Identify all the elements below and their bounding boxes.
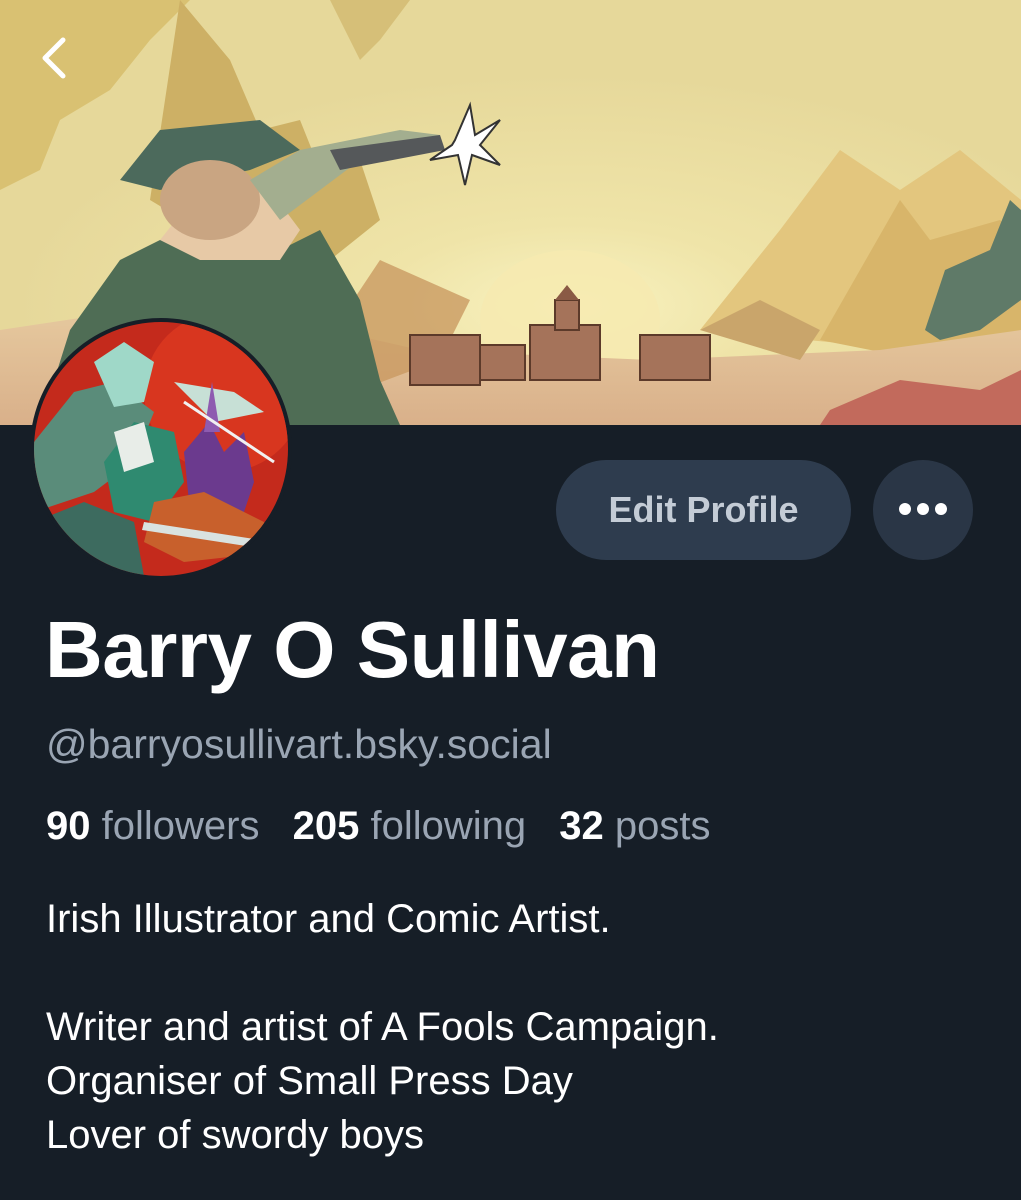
bio-line: Lover of swordy boys <box>46 1113 424 1157</box>
back-button[interactable] <box>28 28 80 88</box>
bio: Irish Illustrator and Comic Artist. Writ… <box>46 892 986 1162</box>
ellipsis-icon <box>896 502 950 518</box>
posts-label: posts <box>614 804 711 848</box>
avatar[interactable] <box>30 318 292 580</box>
more-options-button[interactable] <box>873 460 973 560</box>
followers-label: followers <box>101 804 260 848</box>
edit-profile-button[interactable]: Edit Profile <box>556 460 851 560</box>
display-name: Barry O Sullivan <box>45 605 660 694</box>
profile-stats: 90 followers 205 following 32 posts <box>46 800 732 852</box>
followers-count: 90 <box>46 804 91 848</box>
avatar-image <box>34 322 288 576</box>
following-label: following <box>370 804 527 848</box>
bio-line: Irish Illustrator and Comic Artist. <box>46 897 611 941</box>
bio-line: Organiser of Small Press Day <box>46 1059 573 1103</box>
posts-stat: 32 posts <box>559 804 710 848</box>
chevron-left-icon <box>42 37 66 79</box>
following-link[interactable]: 205 following <box>293 804 527 848</box>
followers-link[interactable]: 90 followers <box>46 804 259 848</box>
handle: @barryosullivart.bsky.social <box>46 721 552 767</box>
following-count: 205 <box>292 804 360 848</box>
posts-count: 32 <box>559 804 604 848</box>
bio-line: Writer and artist of A Fools Campaign. <box>46 1005 719 1049</box>
